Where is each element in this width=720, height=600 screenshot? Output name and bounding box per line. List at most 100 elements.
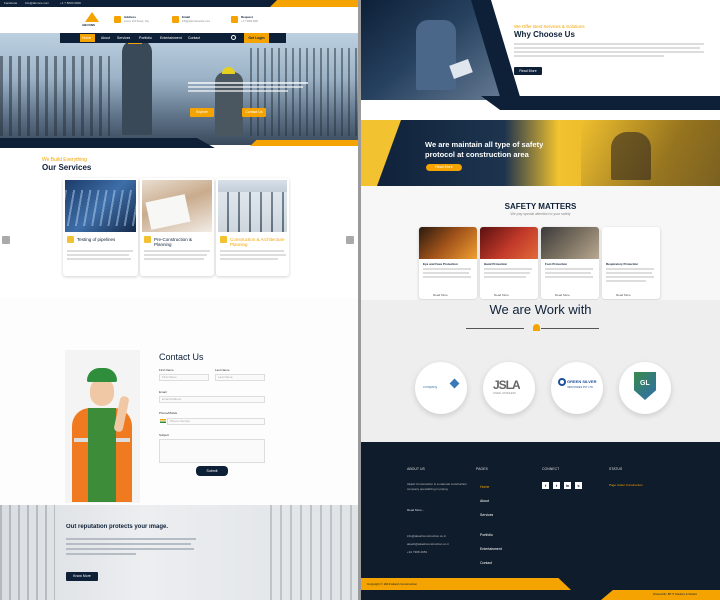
nav-services[interactable]: Services [117,36,130,40]
footer-email[interactable]: info@akashconstruction.co.in [407,534,446,538]
search-icon[interactable] [231,35,236,40]
nav-portfolio[interactable]: Portfolio [139,36,152,40]
silo-columns [218,192,287,232]
footer [361,442,720,600]
topbar-item[interactable]: Facebook [4,1,17,5]
phone-input[interactable]: Phone Number [167,418,265,425]
text-line [484,268,532,270]
text-line [484,276,526,278]
email-label: Email [159,390,167,394]
hero-contact-button[interactable]: Contact Us [242,108,266,117]
know-more-button[interactable]: Know More [66,572,98,581]
pipe-icon [67,236,74,243]
skype-icon[interactable]: s [575,482,582,489]
worker-tablet [416,20,456,90]
safety-read-more[interactable]: Read More [555,293,570,297]
partner-logo-subtext: INDUSTRIES PVT LTD [567,386,593,389]
welder-figure [611,132,651,180]
footer-about-more[interactable]: Read More... [407,508,424,512]
last-name-input[interactable]: Last Name [215,374,265,381]
subject-label: Subject [159,433,170,437]
text-line [606,280,646,282]
service-card-title[interactable]: Pre-Construction & Planning [154,237,210,247]
contact-label: Address [124,15,137,19]
footer-email[interactable]: akash@akashconstruction.co.in [407,542,449,546]
topbar-item[interactable]: info@abcons.com [25,1,49,5]
safety-card[interactable]: Hand Protection Read More [480,227,538,299]
safety-card-title[interactable]: Foot Protection [545,262,567,266]
partner-logo-text: GL [640,380,650,387]
safety-card-title[interactable]: Respiratory Protection [606,262,638,266]
footer-link-contact[interactable]: Contact [480,561,492,565]
first-name-input[interactable]: First Name [159,374,209,381]
safety-read-more[interactable]: Read More [616,293,631,297]
footer-link-portfolio[interactable]: Portfolio [480,533,493,537]
contact-value: +1 7 5000 0000 [241,20,259,23]
reputation-scaffold [0,505,55,600]
footer-link-entertainment[interactable]: Entertainment [480,547,502,551]
carousel-next-icon[interactable] [346,236,354,244]
carousel-prev-icon[interactable] [2,236,10,244]
service-card-title[interactable]: Testing of pipelines [77,237,115,242]
submit-button[interactable]: Submit [196,466,228,476]
twitter-icon[interactable]: t [553,482,560,489]
nav-entertainment[interactable]: Entertainment [160,36,182,40]
email-input[interactable]: Email Address [159,396,265,403]
hero-explore-button[interactable]: Explore [190,108,214,117]
hero-text-line [188,82,308,84]
reputation-title: Out reputation protects your image. [66,524,169,530]
banner-read-more-button[interactable]: Read More [426,164,462,171]
footer-link-about[interactable]: About [480,499,489,503]
text-line [545,268,593,270]
helmet-divider-icon [533,324,540,331]
safety-read-more[interactable]: Read More [433,293,448,297]
nav-about[interactable]: About [101,36,110,40]
footer-link-home[interactable]: Home [480,485,489,489]
safety-card-title[interactable]: Hand Protection [484,262,507,266]
contact-label: Request [241,15,253,19]
footer-link-services[interactable]: Services [480,513,493,517]
phone-icon [231,16,238,23]
why-tagline: We Offer Best Services & Solutions [514,24,585,29]
text-line [423,276,471,278]
facebook-icon[interactable]: f [542,482,549,489]
why-read-more-button[interactable]: Read More [514,67,542,75]
top-bar-accent [270,0,358,7]
nav-home[interactable]: Home [82,36,91,40]
text-line [423,268,471,270]
service-card[interactable]: Testing of pipelines [63,178,138,276]
text-line [67,250,133,252]
first-name-label: First Name [159,368,174,372]
safety-card[interactable]: Respiratory Protection Read More [602,227,660,299]
work-title: We are Work with [489,302,592,317]
title-rule-right [541,328,599,329]
nav-contact[interactable]: Contact [188,36,200,40]
login-button[interactable]: Get Login [244,33,269,43]
service-card[interactable]: Pre-Construction & Planning [140,178,214,276]
location-icon [114,16,121,23]
safety-card-title[interactable]: Eye and Face Protection [423,262,458,266]
topbar-item[interactable]: +1 7 5000 0000 [60,1,81,5]
contact-value: Lorem 123 Street, City [124,20,150,23]
gloves-image [480,227,538,259]
safety-card[interactable]: Eye and Face Protection Read More [419,227,477,299]
text-line [220,250,284,252]
text-line [67,254,129,256]
safety-read-more[interactable]: Read More [494,293,509,297]
footer-phone[interactable]: +91 7908 4653 [407,550,427,554]
safety-card[interactable]: Foot Protection Read More [541,227,599,299]
service-card-title[interactable]: Construction & Architecture Planning [230,237,286,247]
logo-text[interactable]: ABCONS [82,23,95,27]
text-line [144,258,204,260]
boots-image [541,227,599,259]
why-title: Why Choose Us [514,30,575,39]
subject-textarea[interactable] [159,439,265,463]
services-title: Our Services [42,163,92,172]
linkedin-icon[interactable]: in [564,482,571,489]
crane-icon [220,236,227,243]
header [0,7,358,33]
pipeline-lines [65,190,136,226]
text-line [66,543,191,545]
text-line [67,258,131,260]
service-card[interactable]: Construction & Architecture Planning [216,178,289,276]
